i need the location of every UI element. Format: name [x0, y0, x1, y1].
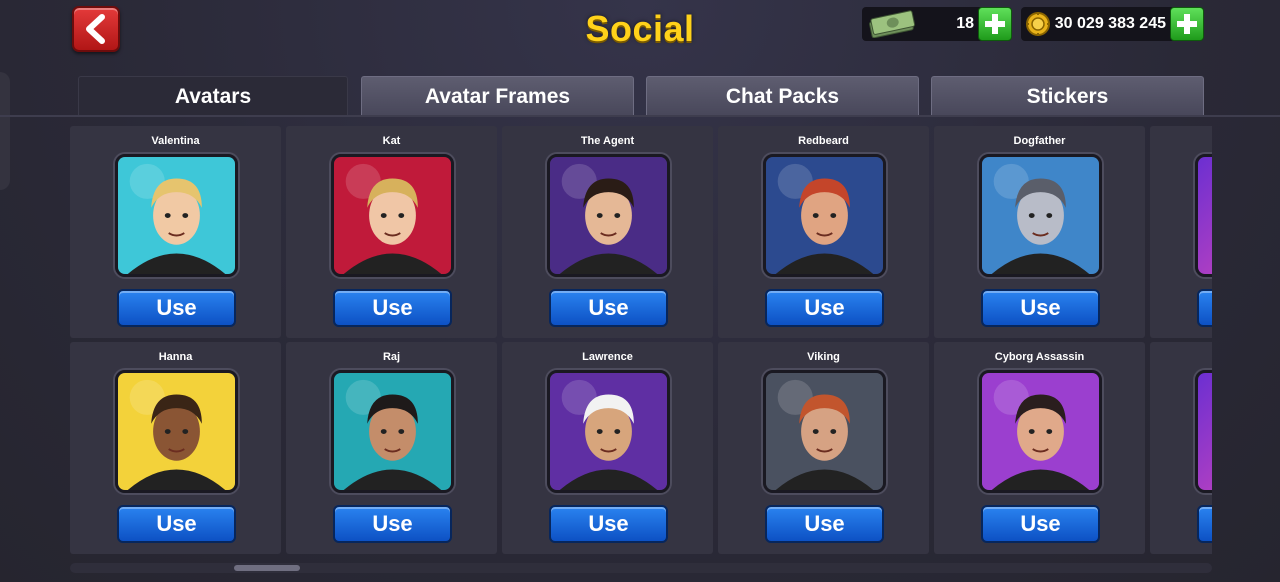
avatar-portrait-icon [334, 157, 451, 274]
avatar-card: Lawrence Use [502, 342, 713, 554]
avatar-portrait[interactable] [1195, 154, 1212, 277]
avatar-portrait-icon [118, 157, 235, 274]
avatar-portrait[interactable] [115, 370, 238, 493]
avatar-portrait[interactable] [979, 154, 1102, 277]
avatar-card: The Agent Use [502, 126, 713, 338]
cash-value: 18 [956, 15, 974, 32]
avatar-portrait[interactable] [331, 154, 454, 277]
avatar-portrait[interactable] [1195, 370, 1212, 493]
use-avatar-button[interactable]: Use [549, 505, 668, 543]
avatar-portrait-icon [550, 373, 667, 490]
horizontal-scrollbar[interactable] [70, 563, 1212, 573]
coins-value: 30 029 383 245 [1054, 15, 1166, 32]
avatar-name: Hanna [158, 351, 193, 363]
side-panel-handle[interactable] [0, 72, 10, 190]
avatar-card: Viking Use [718, 342, 929, 554]
use-avatar-button[interactable]: Use [333, 289, 452, 327]
avatar-portrait-icon [766, 373, 883, 490]
avatar-card: Raj Use [286, 342, 497, 554]
add-cash-button[interactable] [978, 7, 1012, 41]
avatar-portrait-icon [550, 157, 667, 274]
tab-chat-packs[interactable]: Chat Packs [646, 76, 919, 116]
avatar-portrait[interactable] [547, 370, 670, 493]
plus-icon [1177, 14, 1197, 34]
coins-counter: 30 029 383 245 [1021, 7, 1204, 41]
avatar-name: Lawrence [582, 351, 633, 363]
avatar-card: Hanna Use [70, 342, 281, 554]
avatar-name: Kat [382, 135, 401, 147]
avatar-grid[interactable]: Valentina Use Kat Use The Agent Use Redb… [70, 126, 1212, 556]
avatar-name: The Agent [580, 135, 635, 147]
tab-avatar-frames[interactable]: Avatar Frames [361, 76, 634, 116]
avatar-portrait-icon [334, 373, 451, 490]
use-avatar-button[interactable]: Use [117, 289, 236, 327]
avatar-card: Kat Use [286, 126, 497, 338]
avatar-portrait[interactable] [763, 370, 886, 493]
avatar-portrait-icon [982, 157, 1099, 274]
avatar-name: Dogfather [1013, 135, 1066, 147]
avatar-portrait[interactable] [979, 370, 1102, 493]
plus-icon [985, 14, 1005, 34]
avatar-name: Redbeard [798, 135, 849, 147]
use-avatar-button[interactable]: Use [117, 505, 236, 543]
avatar-name: Viking [807, 351, 840, 363]
use-avatar-button[interactable]: Use [333, 505, 452, 543]
tab-avatars[interactable]: Avatars [78, 76, 348, 116]
avatar-card: Dogfather Use [934, 126, 1145, 338]
tab-divider [0, 115, 1280, 117]
use-avatar-button[interactable]: Use [765, 505, 884, 543]
avatar-portrait[interactable] [115, 154, 238, 277]
use-avatar-button[interactable] [1197, 289, 1212, 327]
use-avatar-button[interactable]: Use [765, 289, 884, 327]
use-avatar-button[interactable]: Use [981, 289, 1100, 327]
avatar-card-partial [1150, 342, 1212, 554]
use-avatar-button[interactable] [1197, 505, 1212, 543]
avatar-portrait-icon [118, 373, 235, 490]
avatar-name: Cyborg Assassin [994, 351, 1085, 363]
avatar-card: Cyborg Assassin Use [934, 342, 1145, 554]
avatar-name: Valentina [151, 135, 200, 147]
avatar-portrait[interactable] [763, 154, 886, 277]
use-avatar-button[interactable]: Use [981, 505, 1100, 543]
avatar-card-partial [1150, 126, 1212, 338]
avatar-name: Raj [382, 351, 401, 363]
avatar-portrait[interactable] [331, 370, 454, 493]
coin-icon [1026, 12, 1050, 36]
scrollbar-thumb[interactable] [234, 565, 300, 571]
use-avatar-button[interactable]: Use [549, 289, 668, 327]
avatar-card: Valentina Use [70, 126, 281, 338]
avatar-portrait-icon [982, 373, 1099, 490]
cash-counter: 18 [862, 7, 1012, 41]
avatar-card: Redbeard Use [718, 126, 929, 338]
avatar-portrait-icon [766, 157, 883, 274]
tab-bar: Avatars Avatar Frames Chat Packs Sticker… [78, 76, 1208, 116]
avatar-portrait[interactable] [547, 154, 670, 277]
add-coins-button[interactable] [1170, 7, 1204, 41]
tab-stickers[interactable]: Stickers [931, 76, 1204, 116]
cash-icon [869, 10, 916, 38]
